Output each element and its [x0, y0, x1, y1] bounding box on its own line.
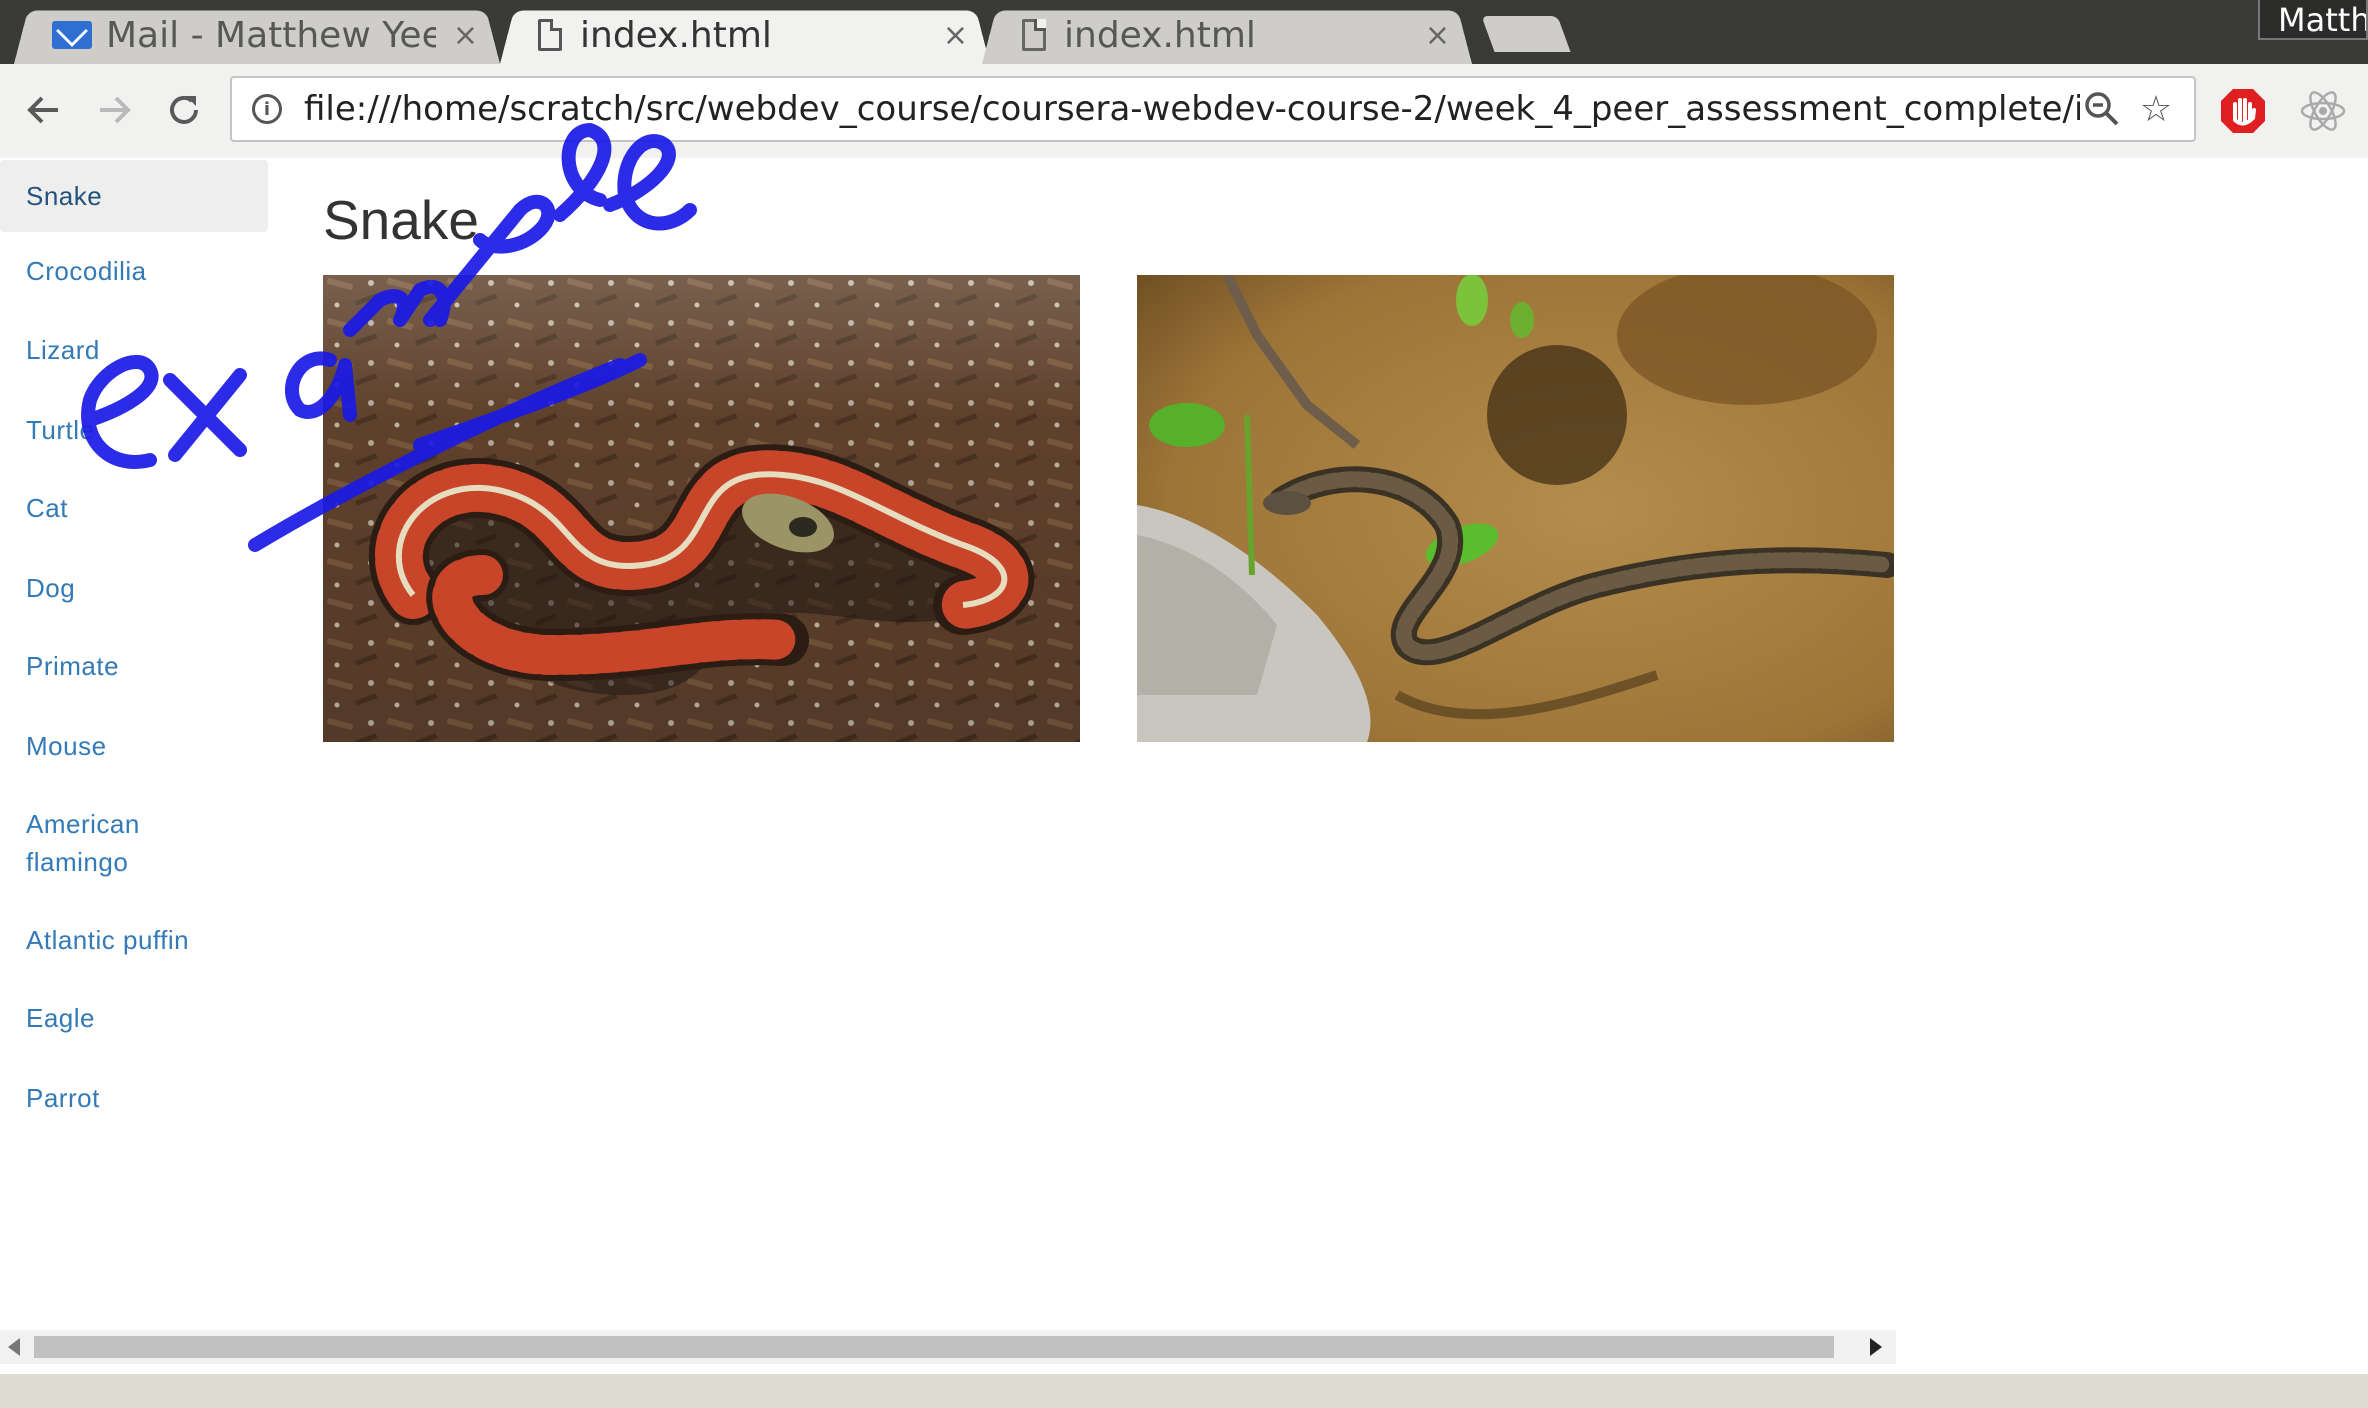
- bookmark-star-icon[interactable]: ☆: [2134, 87, 2178, 131]
- info-icon[interactable]: i: [252, 94, 282, 124]
- horizontal-scrollbar[interactable]: [0, 1330, 1896, 1364]
- back-button[interactable]: [16, 82, 72, 138]
- sidebar-item-eagle[interactable]: Eagle: [0, 999, 268, 1037]
- scroll-left-arrow-icon[interactable]: [8, 1338, 20, 1356]
- close-icon[interactable]: ×: [1425, 18, 1450, 53]
- document-icon: [1022, 19, 1046, 51]
- reload-icon: [170, 95, 198, 124]
- tab-index-active[interactable]: index.html ×: [500, 6, 990, 64]
- scroll-right-arrow-icon[interactable]: [1870, 1338, 1882, 1356]
- tab-title: Mail - Matthew Yee: [106, 14, 436, 56]
- address-bar[interactable]: i file:///home/scratch/src/webdev_course…: [230, 76, 2196, 142]
- scrollbar-thumb[interactable]: [34, 1336, 1834, 1358]
- garter-snake-photo: [323, 275, 1080, 742]
- sidebar-item-parrot[interactable]: Parrot: [0, 1079, 268, 1117]
- tab-title: index.html: [1064, 14, 1256, 56]
- back-arrow-icon: [27, 96, 58, 124]
- sidebar-item-cat[interactable]: Cat: [0, 489, 268, 527]
- browser-toolbar: i file:///home/scratch/src/webdev_course…: [0, 64, 2368, 160]
- new-tab-button[interactable]: [1481, 16, 1571, 52]
- tab-mail[interactable]: Mail - Matthew Yee ×: [14, 6, 500, 64]
- close-icon[interactable]: ×: [453, 18, 478, 53]
- document-icon: [538, 19, 562, 51]
- sidebar-item-lizard[interactable]: Lizard: [0, 331, 268, 369]
- profile-button[interactable]: Matth: [2258, 0, 2368, 40]
- sidebar-item-dog[interactable]: Dog: [0, 569, 268, 607]
- sidebar-item-crocodilia[interactable]: Crocodilia: [0, 252, 268, 290]
- tab-index[interactable]: index.html ×: [982, 6, 1472, 64]
- adblock-extension-icon[interactable]: [2218, 86, 2268, 136]
- reload-button[interactable]: [156, 82, 212, 138]
- sidebar-item-american-flamingo[interactable]: American flamingo: [0, 805, 190, 881]
- forward-button[interactable]: [86, 82, 142, 138]
- sidebar-item-turtle[interactable]: Turtle: [0, 411, 268, 449]
- window-bottom-bar: [0, 1374, 2368, 1408]
- sidebar-item-primate[interactable]: Primate: [0, 647, 268, 685]
- sidebar-item-mouse[interactable]: Mouse: [0, 727, 268, 765]
- page-title: Snake: [323, 189, 479, 251]
- close-icon[interactable]: ×: [943, 18, 968, 53]
- url-text[interactable]: file:///home/scratch/src/webdev_course/c…: [304, 89, 2080, 129]
- water-snake-photo: [1137, 275, 1894, 742]
- forward-arrow-icon: [100, 96, 131, 124]
- sidebar-item-atlantic-puffin[interactable]: Atlantic puffin: [0, 921, 268, 959]
- sidebar-item-snake[interactable]: Snake: [0, 160, 268, 232]
- mail-icon: [52, 21, 92, 49]
- tab-strip: Mail - Matthew Yee × index.html × index.…: [0, 0, 2368, 64]
- react-devtools-icon[interactable]: [2298, 86, 2348, 136]
- page-content: Snake Crocodilia Lizard Turtle Cat Dog P…: [0, 158, 2368, 1364]
- tab-title: index.html: [580, 14, 772, 56]
- zoom-out-icon[interactable]: [2080, 87, 2124, 131]
